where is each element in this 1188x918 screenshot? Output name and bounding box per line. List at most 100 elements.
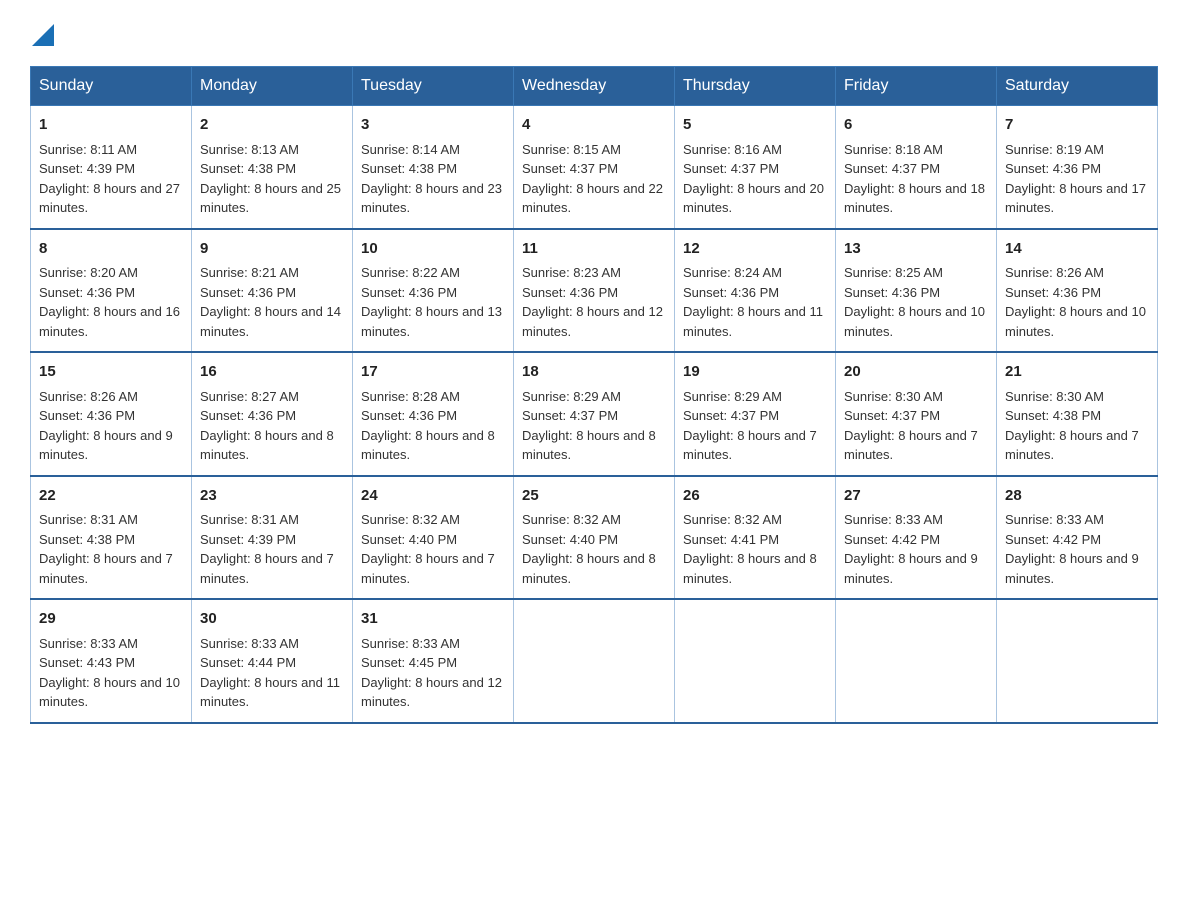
daylight-label: Daylight: 8 hours and 7 minutes. xyxy=(683,428,817,463)
sunset-label: Sunset: 4:37 PM xyxy=(683,161,779,176)
daylight-label: Daylight: 8 hours and 14 minutes. xyxy=(200,304,341,339)
day-number: 6 xyxy=(844,114,988,137)
sunset-label: Sunset: 4:38 PM xyxy=(1005,408,1101,423)
day-number: 22 xyxy=(39,485,183,508)
weekday-wednesday: Wednesday xyxy=(514,67,675,106)
daylight-label: Daylight: 8 hours and 9 minutes. xyxy=(39,428,173,463)
sunset-label: Sunset: 4:39 PM xyxy=(39,161,135,176)
daylight-label: Daylight: 8 hours and 23 minutes. xyxy=(361,181,502,216)
daylight-label: Daylight: 8 hours and 8 minutes. xyxy=(522,551,656,586)
daylight-label: Daylight: 8 hours and 11 minutes. xyxy=(200,675,340,710)
day-number: 26 xyxy=(683,485,827,508)
sunrise-label: Sunrise: 8:26 AM xyxy=(1005,265,1104,280)
sunrise-label: Sunrise: 8:25 AM xyxy=(844,265,943,280)
calendar-cell: 1 Sunrise: 8:11 AM Sunset: 4:39 PM Dayli… xyxy=(31,106,192,229)
sunset-label: Sunset: 4:37 PM xyxy=(844,161,940,176)
daylight-label: Daylight: 8 hours and 16 minutes. xyxy=(39,304,180,339)
calendar-cell: 28 Sunrise: 8:33 AM Sunset: 4:42 PM Dayl… xyxy=(997,476,1158,600)
sunrise-label: Sunrise: 8:27 AM xyxy=(200,389,299,404)
sunrise-label: Sunrise: 8:23 AM xyxy=(522,265,621,280)
calendar-body: 1 Sunrise: 8:11 AM Sunset: 4:39 PM Dayli… xyxy=(31,106,1158,723)
calendar-cell: 31 Sunrise: 8:33 AM Sunset: 4:45 PM Dayl… xyxy=(353,599,514,723)
sunrise-label: Sunrise: 8:30 AM xyxy=(844,389,943,404)
day-number: 27 xyxy=(844,485,988,508)
calendar-cell: 11 Sunrise: 8:23 AM Sunset: 4:36 PM Dayl… xyxy=(514,229,675,353)
calendar-cell: 5 Sunrise: 8:16 AM Sunset: 4:37 PM Dayli… xyxy=(675,106,836,229)
calendar-cell: 22 Sunrise: 8:31 AM Sunset: 4:38 PM Dayl… xyxy=(31,476,192,600)
sunrise-label: Sunrise: 8:33 AM xyxy=(39,636,138,651)
daylight-label: Daylight: 8 hours and 7 minutes. xyxy=(1005,428,1139,463)
sunset-label: Sunset: 4:36 PM xyxy=(683,285,779,300)
sunrise-label: Sunrise: 8:32 AM xyxy=(361,512,460,527)
daylight-label: Daylight: 8 hours and 7 minutes. xyxy=(39,551,173,586)
sunrise-label: Sunrise: 8:20 AM xyxy=(39,265,138,280)
day-number: 15 xyxy=(39,361,183,384)
day-number: 17 xyxy=(361,361,505,384)
day-number: 30 xyxy=(200,608,344,631)
daylight-label: Daylight: 8 hours and 10 minutes. xyxy=(1005,304,1146,339)
sunset-label: Sunset: 4:36 PM xyxy=(361,408,457,423)
calendar-cell: 12 Sunrise: 8:24 AM Sunset: 4:36 PM Dayl… xyxy=(675,229,836,353)
day-number: 20 xyxy=(844,361,988,384)
sunrise-label: Sunrise: 8:33 AM xyxy=(361,636,460,651)
daylight-label: Daylight: 8 hours and 20 minutes. xyxy=(683,181,824,216)
daylight-label: Daylight: 8 hours and 8 minutes. xyxy=(361,428,495,463)
calendar-cell: 15 Sunrise: 8:26 AM Sunset: 4:36 PM Dayl… xyxy=(31,352,192,476)
day-number: 4 xyxy=(522,114,666,137)
day-number: 24 xyxy=(361,485,505,508)
weekday-monday: Monday xyxy=(192,67,353,106)
calendar-cell xyxy=(997,599,1158,723)
calendar-cell: 6 Sunrise: 8:18 AM Sunset: 4:37 PM Dayli… xyxy=(836,106,997,229)
sunset-label: Sunset: 4:42 PM xyxy=(1005,532,1101,547)
page-header xyxy=(30,20,1158,46)
daylight-label: Daylight: 8 hours and 9 minutes. xyxy=(1005,551,1139,586)
sunset-label: Sunset: 4:45 PM xyxy=(361,655,457,670)
sunset-label: Sunset: 4:37 PM xyxy=(522,161,618,176)
sunset-label: Sunset: 4:36 PM xyxy=(361,285,457,300)
sunset-label: Sunset: 4:42 PM xyxy=(844,532,940,547)
calendar-cell: 20 Sunrise: 8:30 AM Sunset: 4:37 PM Dayl… xyxy=(836,352,997,476)
sunrise-label: Sunrise: 8:19 AM xyxy=(1005,142,1104,157)
calendar-cell xyxy=(836,599,997,723)
day-number: 9 xyxy=(200,238,344,261)
day-number: 25 xyxy=(522,485,666,508)
sunset-label: Sunset: 4:39 PM xyxy=(200,532,296,547)
sunset-label: Sunset: 4:38 PM xyxy=(361,161,457,176)
day-number: 14 xyxy=(1005,238,1149,261)
sunrise-label: Sunrise: 8:16 AM xyxy=(683,142,782,157)
logo xyxy=(30,20,54,46)
sunrise-label: Sunrise: 8:33 AM xyxy=(200,636,299,651)
daylight-label: Daylight: 8 hours and 10 minutes. xyxy=(39,675,180,710)
sunrise-label: Sunrise: 8:32 AM xyxy=(522,512,621,527)
calendar-cell: 18 Sunrise: 8:29 AM Sunset: 4:37 PM Dayl… xyxy=(514,352,675,476)
calendar-cell: 27 Sunrise: 8:33 AM Sunset: 4:42 PM Dayl… xyxy=(836,476,997,600)
sunrise-label: Sunrise: 8:30 AM xyxy=(1005,389,1104,404)
calendar-cell: 13 Sunrise: 8:25 AM Sunset: 4:36 PM Dayl… xyxy=(836,229,997,353)
calendar-cell xyxy=(675,599,836,723)
day-number: 13 xyxy=(844,238,988,261)
calendar-cell: 26 Sunrise: 8:32 AM Sunset: 4:41 PM Dayl… xyxy=(675,476,836,600)
daylight-label: Daylight: 8 hours and 10 minutes. xyxy=(844,304,985,339)
sunset-label: Sunset: 4:36 PM xyxy=(200,285,296,300)
calendar-cell: 23 Sunrise: 8:31 AM Sunset: 4:39 PM Dayl… xyxy=(192,476,353,600)
sunrise-label: Sunrise: 8:21 AM xyxy=(200,265,299,280)
daylight-label: Daylight: 8 hours and 13 minutes. xyxy=(361,304,502,339)
daylight-label: Daylight: 8 hours and 12 minutes. xyxy=(522,304,663,339)
day-number: 21 xyxy=(1005,361,1149,384)
day-number: 29 xyxy=(39,608,183,631)
sunset-label: Sunset: 4:36 PM xyxy=(1005,161,1101,176)
sunrise-label: Sunrise: 8:29 AM xyxy=(522,389,621,404)
weekday-friday: Friday xyxy=(836,67,997,106)
sunrise-label: Sunrise: 8:24 AM xyxy=(683,265,782,280)
sunset-label: Sunset: 4:43 PM xyxy=(39,655,135,670)
day-number: 28 xyxy=(1005,485,1149,508)
calendar-cell: 25 Sunrise: 8:32 AM Sunset: 4:40 PM Dayl… xyxy=(514,476,675,600)
sunset-label: Sunset: 4:37 PM xyxy=(522,408,618,423)
day-number: 18 xyxy=(522,361,666,384)
day-number: 3 xyxy=(361,114,505,137)
calendar-cell xyxy=(514,599,675,723)
sunrise-label: Sunrise: 8:28 AM xyxy=(361,389,460,404)
daylight-label: Daylight: 8 hours and 18 minutes. xyxy=(844,181,985,216)
daylight-label: Daylight: 8 hours and 17 minutes. xyxy=(1005,181,1146,216)
sunrise-label: Sunrise: 8:18 AM xyxy=(844,142,943,157)
